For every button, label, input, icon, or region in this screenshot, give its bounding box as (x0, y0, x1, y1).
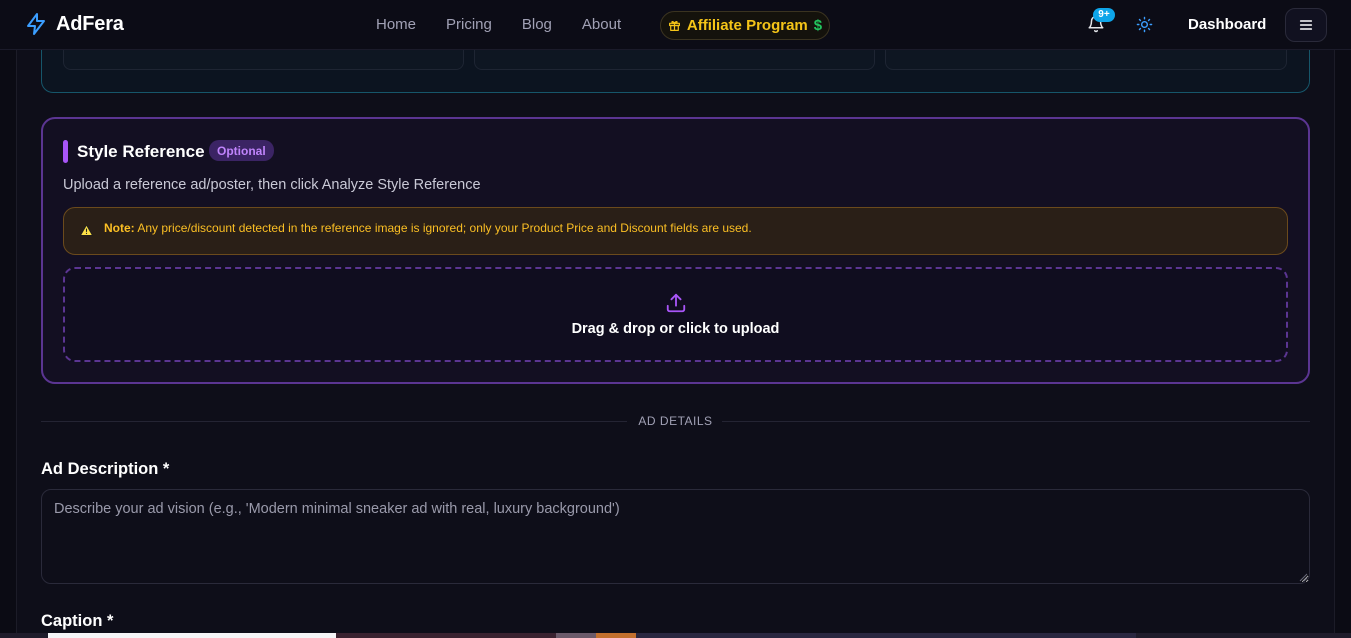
style-reference-upload-dropzone[interactable] (63, 267, 1288, 362)
upload-instruction: Drag & drop or click to upload (571, 321, 780, 337)
optional-badge: Optional (209, 140, 274, 161)
note-label: Note: (104, 221, 135, 235)
brand-name: AdFera (56, 12, 124, 35)
gift-icon (668, 21, 680, 31)
affiliate-label: Affiliate Program (686, 17, 808, 34)
lightning-bolt-icon (27, 13, 45, 35)
nav-link-about[interactable]: About (582, 16, 621, 33)
preview-strip-segment (636, 633, 1136, 638)
ad-details-section-label: AD DETAILS (638, 414, 713, 428)
caption-label: Caption * (41, 612, 114, 630)
ad-description-textarea[interactable] (41, 489, 1310, 584)
nav-link-blog[interactable]: Blog (522, 16, 552, 33)
brand-logo-link[interactable]: AdFera (24, 12, 124, 36)
warning-triangle-icon (80, 224, 93, 236)
notification-count-badge: 9+ (1093, 8, 1115, 22)
upload-icon (666, 293, 686, 313)
style-reference-subtitle: Upload a reference ad/poster, then click… (63, 177, 481, 193)
note-text: Note: Any price/discount detected in the… (104, 221, 752, 235)
nav-link-pricing[interactable]: Pricing (446, 16, 492, 33)
top-navigation-bar: AdFera Home Pricing Blog About Affiliate… (0, 0, 1351, 50)
resize-handle-icon[interactable] (1299, 573, 1308, 582)
ad-description-label: Ad Description * (41, 460, 170, 478)
note-banner: Note: Any price/discount detected in the… (63, 207, 1288, 255)
hamburger-menu-icon (1299, 20, 1313, 30)
nav-link-home[interactable]: Home (376, 16, 416, 33)
affiliate-program-button[interactable]: Affiliate Program $ (660, 11, 830, 40)
preview-strip-segment (336, 633, 556, 638)
main-nav: Home Pricing Blog About (376, 16, 651, 33)
style-reference-title: Style Reference (77, 142, 205, 161)
sun-icon (1136, 16, 1153, 33)
menu-button[interactable] (1285, 8, 1327, 42)
note-message: Any price/discount detected in the refer… (137, 221, 752, 235)
theme-toggle-button[interactable] (1136, 16, 1153, 38)
preview-strip-segment (556, 633, 596, 638)
section-accent-bar (63, 140, 68, 163)
preview-strip-segment (596, 633, 636, 638)
caption-input-edge (48, 633, 336, 638)
dashboard-link[interactable]: Dashboard (1188, 16, 1266, 33)
dollar-icon: $ (813, 17, 823, 34)
